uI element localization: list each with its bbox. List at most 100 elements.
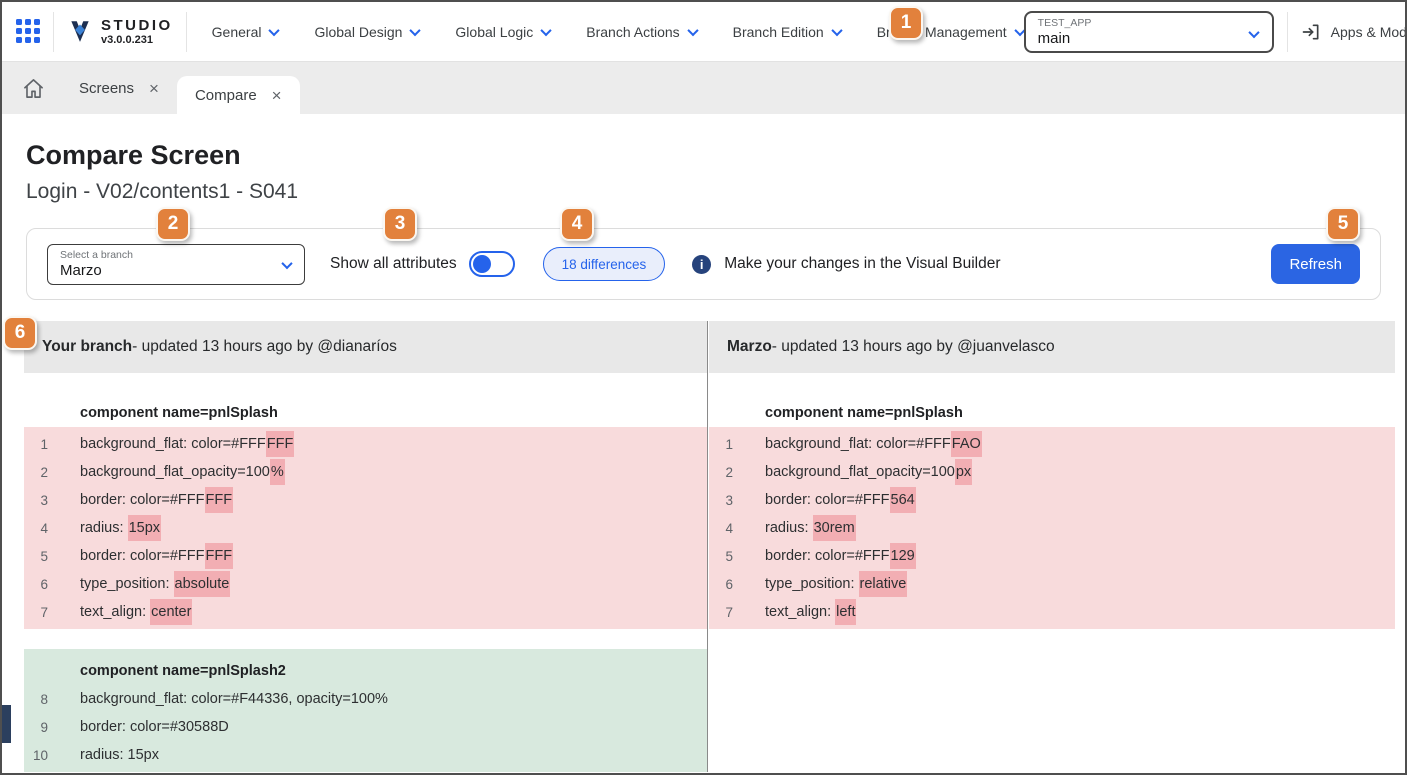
branch-select[interactable]: Select a branch Marzo — [47, 244, 305, 285]
nav-menu-label: Global Logic — [455, 24, 533, 40]
attribute-text: background_flat_opacity=100px — [765, 464, 972, 480]
close-icon[interactable]: × — [149, 80, 159, 97]
top-nav: STUDIO v3.0.0.231 General Global Design … — [2, 2, 1405, 62]
attribute-text: radius: 15px — [80, 747, 159, 763]
compare-panels: Your branch - updated 13 hours ago by @d… — [2, 321, 1405, 772]
callout-badge-4: 4 — [560, 207, 594, 241]
diff-row: 6type_position: relative — [709, 570, 1395, 598]
attribute-text: background_flat: color=#FFFFFF — [80, 436, 294, 452]
diff-highlight: 129 — [890, 543, 916, 569]
panel-header-your-branch: Your branch - updated 13 hours ago by @d… — [24, 321, 707, 373]
diff-highlight: FFF — [205, 487, 234, 513]
diff-row: 4radius: 15px — [24, 514, 707, 542]
edge-marker — [2, 705, 11, 743]
diff-block-changed: 1background_flat: color=#FFFFAO 2backgro… — [709, 427, 1395, 629]
callout-badge-3: 3 — [383, 207, 417, 241]
diff-row: 1background_flat: color=#FFFFAO — [709, 430, 1395, 458]
diff-block-changed: 1background_flat: color=#FFFFFF 2backgro… — [24, 427, 707, 629]
attribute-text: type_position: absolute — [80, 576, 230, 592]
nav-menu-label: General — [212, 24, 262, 40]
panel-your-branch: Your branch - updated 13 hours ago by @d… — [24, 321, 707, 772]
diff-row: 2background_flat_opacity=100% — [24, 458, 707, 486]
panel-title: Marzo — [727, 338, 772, 356]
diff-block-added: component name=pnlSplash2 8background_fl… — [24, 649, 707, 772]
line-number: 1 — [709, 437, 733, 452]
diff-row: 4radius: 30rem — [709, 514, 1395, 542]
diff-row: 7text_align: left — [709, 598, 1395, 626]
nav-menu-branch-edition[interactable]: Branch Edition — [733, 24, 841, 40]
diff-row: 11background_flat: color=... — [24, 769, 707, 772]
close-icon[interactable]: × — [272, 87, 282, 104]
chevron-down-icon — [269, 24, 280, 35]
nav-divider — [1287, 12, 1288, 52]
line-number: 8 — [24, 692, 48, 707]
refresh-button[interactable]: Refresh — [1271, 244, 1360, 284]
nav-divider — [186, 12, 187, 52]
diff-row: 3border: color=#FFF564 — [709, 486, 1395, 514]
diff-row: 8background_flat: color=#F44336, opacity… — [24, 685, 707, 713]
tab-compare[interactable]: Compare × — [177, 76, 300, 114]
app-selector-label: TEST_APP — [1038, 17, 1238, 29]
line-number: 5 — [24, 549, 48, 564]
tab-label: Compare — [195, 87, 257, 104]
app-branch-selector[interactable]: TEST_APP main — [1024, 11, 1274, 53]
diff-highlight: % — [270, 459, 285, 485]
nav-menu-global-design[interactable]: Global Design — [314, 24, 419, 40]
line-number: 7 — [24, 605, 48, 620]
diff-highlight: center — [150, 599, 192, 625]
line-number: 2 — [24, 465, 48, 480]
attribute-text: border: color=#30588D — [80, 719, 229, 735]
logo-title: STUDIO — [101, 17, 173, 34]
nav-menu-global-logic[interactable]: Global Logic — [455, 24, 550, 40]
nav-menu-branch-actions[interactable]: Branch Actions — [586, 24, 696, 40]
line-number: 10 — [24, 748, 48, 763]
nav-menu-label: Branch Edition — [733, 24, 824, 40]
nav-menu-label: Global Design — [314, 24, 402, 40]
page-title: Compare Screen — [26, 140, 1381, 171]
diff-highlight: absolute — [174, 571, 231, 597]
show-all-attributes-label: Show all attributes — [330, 255, 457, 273]
app-window: STUDIO v3.0.0.231 General Global Design … — [0, 0, 1407, 775]
diff-highlight: relative — [859, 571, 908, 597]
diff-row: 9 border: color=#30588D — [24, 713, 707, 741]
diff-row: 5 border: color=#FFFFFF — [24, 542, 707, 570]
line-number: 3 — [24, 493, 48, 508]
nav-menu-label: Branch Actions — [586, 24, 679, 40]
line-number: 6 — [24, 577, 48, 592]
callout-badge-5: 5 — [1326, 207, 1360, 241]
panel-marzo: Marzo - updated 13 hours ago by @juanvel… — [709, 321, 1395, 772]
studio-logo[interactable]: STUDIO v3.0.0.231 — [67, 17, 173, 47]
panel-meta: - updated 13 hours ago by @dianaríos — [132, 338, 397, 356]
toggle-knob — [473, 255, 491, 273]
diff-row: 6 type_position: absolute — [24, 570, 707, 598]
callout-badge-1: 1 — [889, 6, 923, 40]
diff-highlight: 15px — [128, 515, 161, 541]
attribute-text: border: color=#FFF129 — [765, 548, 916, 564]
diff-row: 3border: color=#FFFFFF — [24, 486, 707, 514]
differences-badge[interactable]: 18 differences — [543, 247, 666, 281]
tab-bar: Screens × Compare × — [2, 62, 1405, 114]
info-icon: i — [692, 255, 711, 274]
app-selector-value: main — [1038, 30, 1238, 47]
enter-arrow-icon — [1301, 22, 1321, 42]
diff-highlight: px — [955, 459, 972, 485]
diff-row: 2background_flat_opacity=100px — [709, 458, 1395, 486]
show-all-attributes-toggle[interactable] — [469, 251, 515, 277]
home-icon[interactable] — [22, 62, 45, 114]
line-number: 6 — [709, 577, 733, 592]
apps-modules-button[interactable]: Apps & Modules — [1301, 22, 1407, 42]
apps-modules-label: Apps & Modules — [1331, 24, 1407, 40]
attribute-text: text_align: center — [80, 604, 192, 620]
line-number: 7 — [709, 605, 733, 620]
attribute-text: border: color=#FFFFFF — [80, 548, 233, 564]
component-header: component name=pnlSplash — [24, 399, 707, 427]
line-number: 9 — [24, 720, 48, 735]
chevron-down-icon — [281, 257, 292, 268]
diff-row: 10 radius: 15px — [24, 741, 707, 769]
attribute-text: radius: 30rem — [765, 520, 856, 536]
tab-screens[interactable]: Screens × — [61, 62, 177, 114]
app-grid-icon[interactable] — [16, 19, 40, 45]
page-subtitle: Login - V02/contents1 - S041 — [26, 180, 1381, 204]
panel-title: Your branch — [42, 338, 132, 356]
nav-menu-general[interactable]: General — [212, 24, 279, 40]
